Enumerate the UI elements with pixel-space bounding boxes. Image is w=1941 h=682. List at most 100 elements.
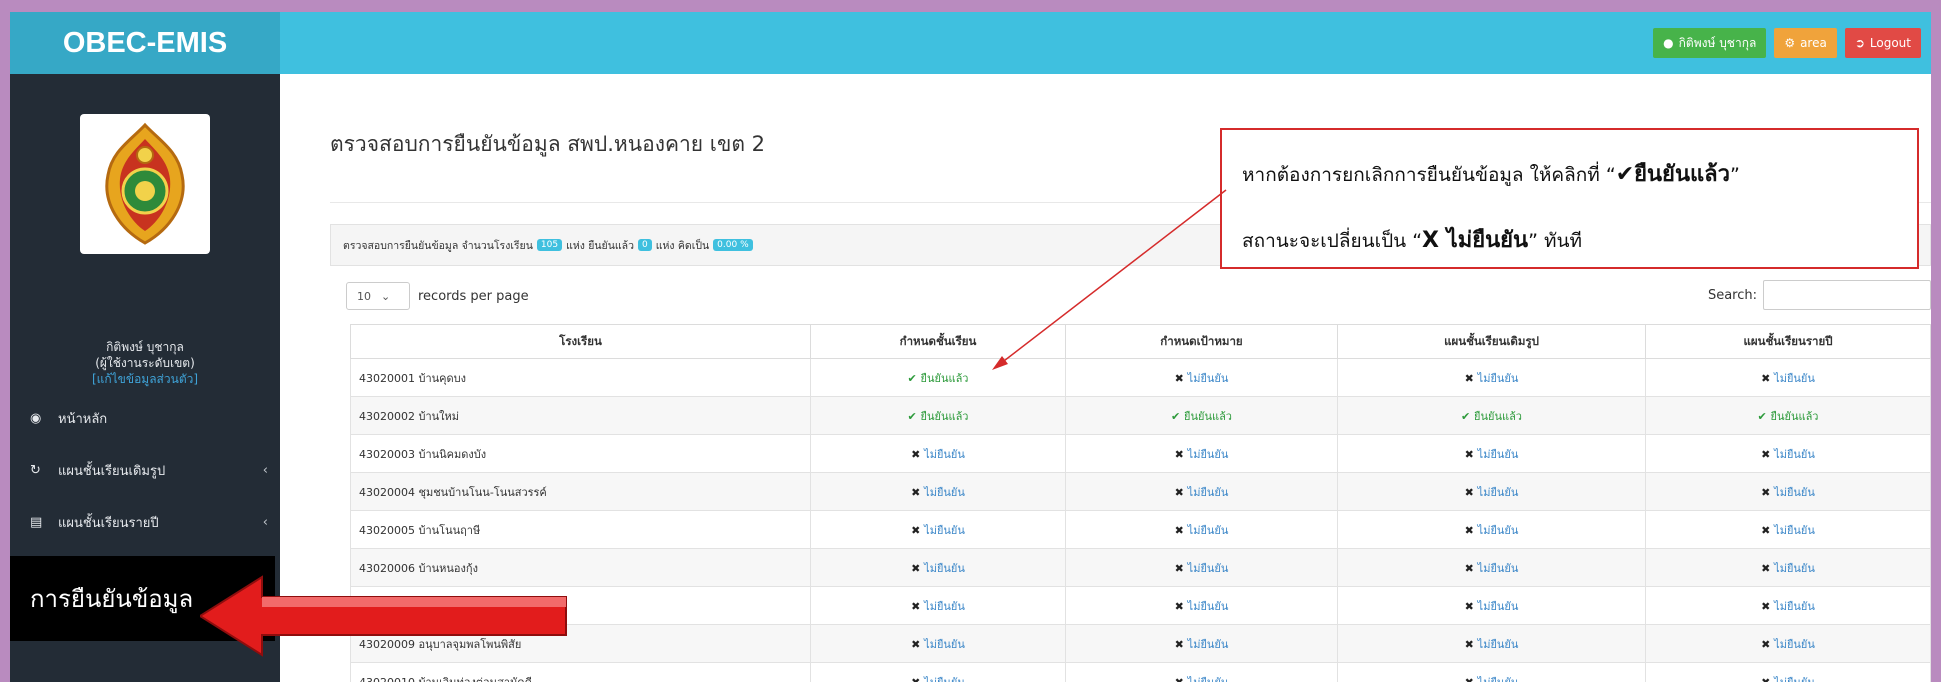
status-cell: ✖ ไม่ยืนยัน xyxy=(1337,472,1646,511)
confirmed-status-link[interactable]: ✔ ยืนยันแล้ว xyxy=(1461,410,1522,423)
cross-icon: ✖ xyxy=(1464,637,1478,651)
unconfirmed-status-link[interactable]: ✖ ไม่ยืนยัน xyxy=(1761,676,1815,682)
school-cell: 43020004 ชุมชนบ้านโนน-โนนสวรรค์ xyxy=(350,472,811,511)
confirmed-status-link[interactable]: ✔ ยืนยันแล้ว xyxy=(1758,410,1819,423)
user-button-label: กิติพงษ์ บุชากุล xyxy=(1678,35,1757,50)
unconfirmed-status-link[interactable]: ✖ ไม่ยืนยัน xyxy=(1175,638,1229,651)
unconfirmed-status-link[interactable]: ✖ ไม่ยืนยัน xyxy=(911,524,965,537)
cross-icon: ✖ xyxy=(1761,485,1775,499)
status-cell: ✔ ยืนยันแล้ว xyxy=(810,396,1066,435)
gears-icon: ⚙ xyxy=(1784,36,1796,50)
unconfirmed-status-link[interactable]: ✖ ไม่ยืนยัน xyxy=(1761,486,1815,499)
status-label: ไม่ยืนยัน xyxy=(1187,523,1229,537)
summary-text: แห่ง คิดเป็น xyxy=(655,239,710,252)
unconfirmed-status-link[interactable]: ✖ ไม่ยืนยัน xyxy=(911,638,965,651)
confirmed-status-link[interactable]: ✔ ยืนยันแล้ว xyxy=(908,410,969,423)
area-button-label: area xyxy=(1800,36,1827,50)
table-row: 43020002 บ้านใหม่ ✔ ยืนยันแล้ว ✔ ยืนยันแล้… xyxy=(350,396,1931,435)
status-cell: ✖ ไม่ยืนยัน xyxy=(1337,358,1646,397)
status-cell: ✖ ไม่ยืนยัน xyxy=(1337,662,1646,682)
unconfirmed-status-link[interactable]: ✖ ไม่ยืนยัน xyxy=(1175,562,1229,575)
user-button[interactable]: ● กิติพงษ์ บุชากุล xyxy=(1653,28,1767,58)
unconfirmed-status-link[interactable]: ✖ ไม่ยืนยัน xyxy=(1175,676,1229,682)
table-row: 43020005 บ้านโนนฤาษี ✖ ไม่ยืนยัน ✖ ไม่ยืนย… xyxy=(350,510,1931,549)
records-per-page: 10 ⌄ records per page xyxy=(346,282,529,310)
status-cell: ✖ ไม่ยืนยัน xyxy=(1645,624,1931,663)
unconfirmed-status-link[interactable]: ✖ ไม่ยืนยัน xyxy=(911,486,965,499)
column-header[interactable]: แผนชั้นเรียนรายปี xyxy=(1645,324,1931,359)
callout-text: ” xyxy=(1730,164,1740,186)
unconfirmed-status-link[interactable]: ✖ ไม่ยืนยัน xyxy=(1761,372,1815,385)
unconfirmed-status-link[interactable]: ✖ ไม่ยืนยัน xyxy=(1761,448,1815,461)
unconfirmed-status-link[interactable]: ✖ ไม่ยืนยัน xyxy=(1465,486,1519,499)
unconfirmed-status-link[interactable]: ✖ ไม่ยืนยัน xyxy=(911,600,965,613)
search-area: Search: xyxy=(1708,280,1931,310)
confirmed-status-link[interactable]: ✔ ยืนยันแล้ว xyxy=(908,372,969,385)
cross-icon: ✖ xyxy=(1174,561,1188,575)
unconfirmed-status-link[interactable]: ✖ ไม่ยืนยัน xyxy=(1175,524,1229,537)
unconfirmed-status-link[interactable]: ✖ ไม่ยืนยัน xyxy=(1465,372,1519,385)
unconfirmed-status-link[interactable]: ✖ ไม่ยืนยัน xyxy=(1465,524,1519,537)
cross-icon: ✖ xyxy=(1761,675,1775,682)
obec-emblem xyxy=(80,114,210,254)
status-cell: ✖ ไม่ยืนยัน xyxy=(1645,662,1931,682)
unconfirmed-status-link[interactable]: ✖ ไม่ยืนยัน xyxy=(911,448,965,461)
records-per-page-select[interactable]: 10 ⌄ xyxy=(346,282,410,310)
unconfirmed-status-link[interactable]: ✖ ไม่ยืนยัน xyxy=(1761,562,1815,575)
user-icon: ● xyxy=(1663,36,1674,50)
column-header[interactable]: กำหนดชั้นเรียน xyxy=(810,324,1066,359)
cross-icon: ✖ xyxy=(911,561,925,575)
status-label: ไม่ยืนยัน xyxy=(1187,371,1229,385)
status-cell: ✖ ไม่ยืนยัน xyxy=(1065,662,1338,682)
cross-icon: ✖ xyxy=(1174,485,1188,499)
unconfirmed-status-link[interactable]: ✖ ไม่ยืนยัน xyxy=(1761,638,1815,651)
search-input[interactable] xyxy=(1763,280,1931,310)
column-header[interactable]: กำหนดเป้าหมาย xyxy=(1065,324,1338,359)
status-cell: ✖ ไม่ยืนยัน xyxy=(1337,548,1646,587)
unconfirmed-status-link[interactable]: ✖ ไม่ยืนยัน xyxy=(1465,562,1519,575)
unconfirmed-status-link[interactable]: ✖ ไม่ยืนยัน xyxy=(1465,676,1519,682)
status-label: ไม่ยืนยัน xyxy=(1477,637,1519,651)
brand-logo[interactable]: OBEC-EMIS xyxy=(10,12,280,74)
school-cell: 43020010 บ้านเวินท่องต่อนสามัคคี xyxy=(350,662,811,682)
unconfirmed-status-link[interactable]: ✖ ไม่ยืนยัน xyxy=(1175,486,1229,499)
callout-text: หากต้องการยกเลิกการยืนยันข้อมูล ให้คลิกท… xyxy=(1242,164,1616,186)
status-cell: ✖ ไม่ยืนยัน xyxy=(1337,434,1646,473)
status-cell: ✖ ไม่ยืนยัน xyxy=(1645,510,1931,549)
unconfirmed-status-link[interactable]: ✖ ไม่ยืนยัน xyxy=(1761,600,1815,613)
search-label: Search: xyxy=(1707,287,1757,303)
logout-icon: ➲ xyxy=(1854,36,1865,50)
status-label: ไม่ยืนยัน xyxy=(924,675,965,682)
status-cell: ✖ ไม่ยืนยัน xyxy=(1645,586,1931,625)
column-header[interactable]: แผนชั้นเรียนเดิมรูป xyxy=(1337,324,1646,359)
unconfirmed-status-link[interactable]: ✖ ไม่ยืนยัน xyxy=(1175,600,1229,613)
edit-profile-link[interactable]: [แก้ไขข้อมูลส่วนตัว] xyxy=(10,371,280,387)
area-button[interactable]: ⚙ area xyxy=(1774,28,1837,58)
status-label: ไม่ยืนยัน xyxy=(1774,371,1815,385)
column-header[interactable]: โรงเรียน xyxy=(350,324,811,359)
table-row: 43020004 ชุมชนบ้านโนน-โนนสวรรค์ ✖ ไม่ยืนย… xyxy=(350,472,1931,511)
status-label: ไม่ยืนยัน xyxy=(1187,599,1229,613)
logout-button[interactable]: ➲ Logout xyxy=(1844,28,1921,58)
status-cell: ✖ ไม่ยืนยัน xyxy=(810,510,1066,549)
unconfirmed-status-link[interactable]: ✖ ไม่ยืนยัน xyxy=(911,676,965,682)
status-label: ยืนยันแล้ว xyxy=(1184,409,1232,423)
unconfirmed-status-link[interactable]: ✖ ไม่ยืนยัน xyxy=(1175,448,1229,461)
sidebar-item-home[interactable]: ◉ หน้าหลัก xyxy=(10,392,280,444)
unconfirmed-status-link[interactable]: ✖ ไม่ยืนยัน xyxy=(1465,448,1519,461)
sidebar-item-class-plan-original[interactable]: ↻ แผนชั้นเรียนเดิมรูป ‹ xyxy=(10,444,280,496)
cross-icon: ✖ xyxy=(1761,523,1775,537)
school-cell: 43020003 บ้านนิคมดงบัง xyxy=(350,434,811,473)
status-cell: ✖ ไม่ยืนยัน xyxy=(810,624,1066,663)
cross-icon: ✖ xyxy=(911,447,925,461)
unconfirmed-status-link[interactable]: ✖ ไม่ยืนยัน xyxy=(1761,524,1815,537)
unconfirmed-status-link[interactable]: ✖ ไม่ยืนยัน xyxy=(1175,372,1229,385)
chevron-left-icon: ‹ xyxy=(262,514,268,530)
unconfirmed-status-link[interactable]: ✖ ไม่ยืนยัน xyxy=(1465,638,1519,651)
sidebar-item-class-plan-yearly[interactable]: ▤ แผนชั้นเรียนรายปี ‹ xyxy=(10,496,280,548)
status-cell: ✖ ไม่ยืนยัน xyxy=(810,434,1066,473)
unconfirmed-status-link[interactable]: ✖ ไม่ยืนยัน xyxy=(911,562,965,575)
unconfirmed-status-link[interactable]: ✖ ไม่ยืนยัน xyxy=(1465,600,1519,613)
confirmed-status-link[interactable]: ✔ ยืนยันแล้ว xyxy=(1171,410,1232,423)
status-label: ไม่ยืนยัน xyxy=(1477,523,1519,537)
